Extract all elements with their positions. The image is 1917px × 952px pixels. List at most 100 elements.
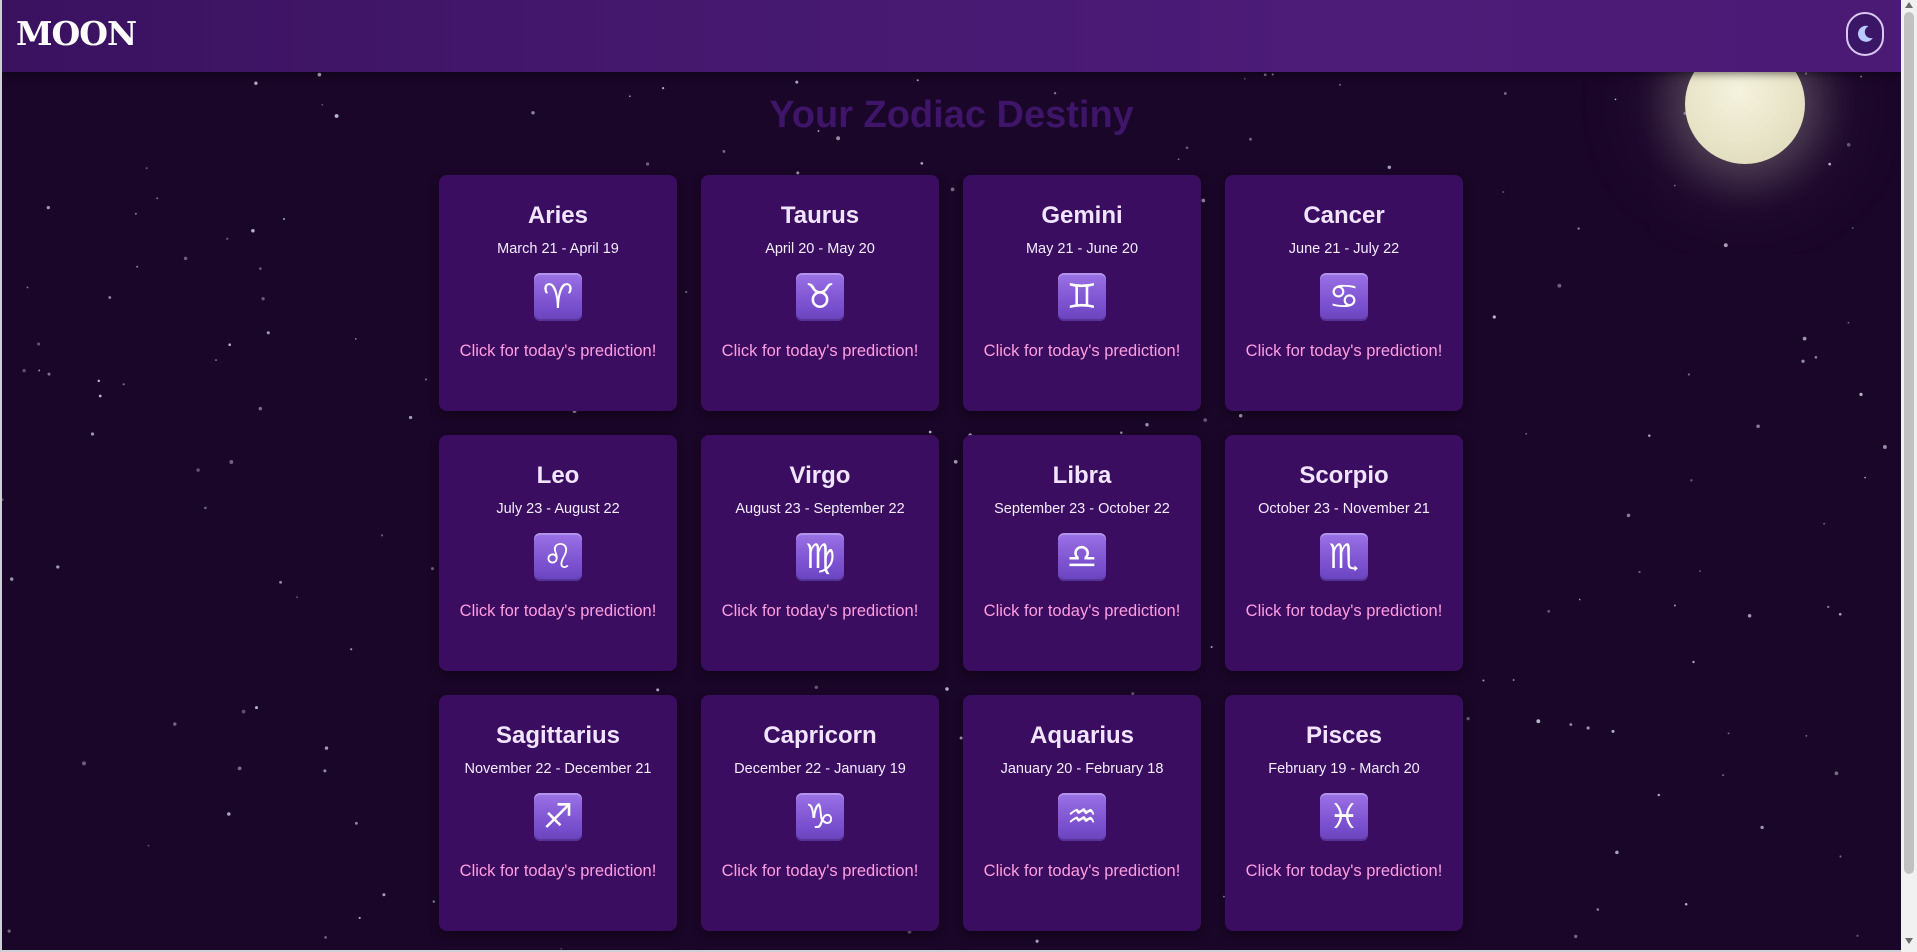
star: [1547, 609, 1551, 613]
card-date-range: December 22 - January 19: [734, 761, 906, 777]
card-prediction-link[interactable]: Click for today's prediction!: [983, 339, 1181, 363]
scroll-up-arrow-icon[interactable]: [1905, 2, 1913, 8]
zodiac-card-aries[interactable]: Aries March 21 - April 19 ♈ Click for today…: [439, 175, 677, 411]
star: [1851, 227, 1854, 229]
card-sign-name: Aquarius: [1029, 722, 1134, 749]
zodiac-card-gemini[interactable]: Gemini May 21 - June 20 ♊ Click for today's…: [963, 175, 1201, 411]
star: [795, 80, 799, 84]
star: [1827, 605, 1830, 609]
card-prediction-link[interactable]: Click for today's prediction!: [459, 599, 657, 623]
star: [1249, 137, 1252, 141]
star: [354, 338, 357, 340]
card-sign-name: Taurus: [780, 202, 860, 229]
scroll-down-arrow-icon[interactable]: [1905, 938, 1913, 944]
star: [1638, 570, 1641, 574]
page-title: Your Zodiac Destiny: [769, 94, 1134, 136]
card-prediction-link[interactable]: Click for today's prediction!: [459, 339, 657, 363]
card-date-range: August 23 - September 22: [735, 501, 905, 517]
star: [424, 378, 427, 381]
card-date-range: October 23 - November 21: [1258, 501, 1430, 517]
star: [215, 359, 217, 362]
star: [916, 79, 919, 82]
star: [1271, 73, 1274, 76]
star: [1846, 143, 1851, 147]
star: [228, 343, 232, 347]
star: [317, 72, 322, 77]
scrollbar-thumb[interactable]: [1904, 12, 1914, 874]
star: [350, 648, 353, 651]
card-prediction-link[interactable]: Click for today's prediction!: [983, 599, 1181, 623]
star: [1177, 158, 1180, 161]
star: [183, 256, 188, 261]
card-prediction-link[interactable]: Click for today's prediction!: [721, 599, 919, 623]
zodiac-card-scorpio[interactable]: Scorpio October 23 - November 21 ♏ Click fo…: [1225, 435, 1463, 671]
star: [1482, 679, 1485, 682]
card-date-range: February 19 - March 20: [1268, 761, 1420, 777]
vertical-scrollbar[interactable]: [1901, 0, 1917, 952]
card-prediction-link[interactable]: Click for today's prediction!: [721, 339, 919, 363]
card-sign-name: Pisces: [1305, 722, 1383, 749]
zodiac-card-cancer[interactable]: Cancer June 21 - July 22 ♋ Click for today'…: [1225, 175, 1463, 411]
star: [661, 86, 665, 90]
star: [37, 342, 41, 346]
pisces-symbol-icon: ♓: [1320, 793, 1368, 841]
star: [1801, 359, 1805, 363]
symbol-glyph: ♑: [804, 797, 836, 837]
zodiac-card-libra[interactable]: Libra September 23 - October 22 ♎ Click for…: [963, 435, 1201, 671]
star: [1834, 771, 1839, 776]
zodiac-card-capricorn[interactable]: Capricorn December 22 - January 19 ♑ Click …: [701, 695, 939, 931]
star: [1577, 227, 1580, 230]
card-sign-name: Virgo: [789, 462, 851, 489]
star: [920, 162, 924, 165]
star: [1722, 774, 1724, 776]
card-prediction-link[interactable]: Click for today's prediction!: [983, 859, 1181, 883]
zodiac-card-virgo[interactable]: Virgo August 23 - September 22 ♍ Click for …: [701, 435, 939, 671]
star: [1185, 146, 1189, 150]
app-logo[interactable]: MOON: [16, 14, 137, 53]
card-prediction-link[interactable]: Click for today's prediction!: [1245, 599, 1443, 623]
star: [1684, 903, 1688, 906]
zodiac-card-taurus[interactable]: Taurus April 20 - May 20 ♉ Click for today'…: [701, 175, 939, 411]
star: [1586, 726, 1590, 730]
card-prediction-link[interactable]: Click for today's prediction!: [459, 859, 657, 883]
card-prediction-link[interactable]: Click for today's prediction!: [1245, 339, 1443, 363]
star: [258, 267, 262, 270]
star: [254, 81, 258, 85]
zodiac-card-leo[interactable]: Leo July 23 - August 22 ♌ Click for today's…: [439, 435, 677, 671]
card-prediction-link[interactable]: Click for today's prediction!: [1245, 859, 1443, 883]
star: [1747, 613, 1752, 618]
card-sign-name: Scorpio: [1299, 462, 1389, 489]
card-sign-name: Capricorn: [763, 722, 877, 749]
theme-toggle-button[interactable]: [1846, 12, 1884, 56]
card-prediction-link[interactable]: Click for today's prediction!: [721, 859, 919, 883]
zodiac-card-aquarius[interactable]: Aquarius January 20 - February 18 ♒ Click f…: [963, 695, 1201, 931]
zodiac-card-pisces[interactable]: Pisces February 19 - March 20 ♓ Click for t…: [1225, 695, 1463, 931]
star: [1578, 598, 1581, 601]
star: [1802, 336, 1807, 341]
star: [1626, 513, 1631, 518]
symbol-glyph: ♓: [1328, 797, 1360, 837]
crescent-moon-icon: [1857, 25, 1873, 42]
star: [1727, 732, 1730, 735]
star: [1756, 424, 1760, 429]
star: [196, 468, 200, 472]
symbol-glyph: ♌: [542, 537, 574, 577]
star: [1860, 75, 1863, 78]
star: [56, 565, 60, 569]
star: [1839, 855, 1842, 858]
star: [134, 212, 137, 215]
star: [1673, 184, 1676, 187]
star: [1512, 679, 1515, 681]
symbol-glyph: ♊: [1066, 277, 1098, 317]
star: [1804, 72, 1808, 75]
star: [251, 229, 255, 233]
star: [279, 580, 283, 584]
zodiac-card-sagittarius[interactable]: Sagittarius November 22 - December 21 ♐ Cli…: [439, 695, 677, 931]
star: [1699, 570, 1701, 572]
star: [1502, 191, 1505, 193]
star: [145, 167, 148, 170]
card-date-range: July 23 - August 22: [496, 501, 620, 517]
star: [1466, 716, 1470, 721]
star: [1823, 522, 1825, 525]
star: [1882, 445, 1887, 449]
